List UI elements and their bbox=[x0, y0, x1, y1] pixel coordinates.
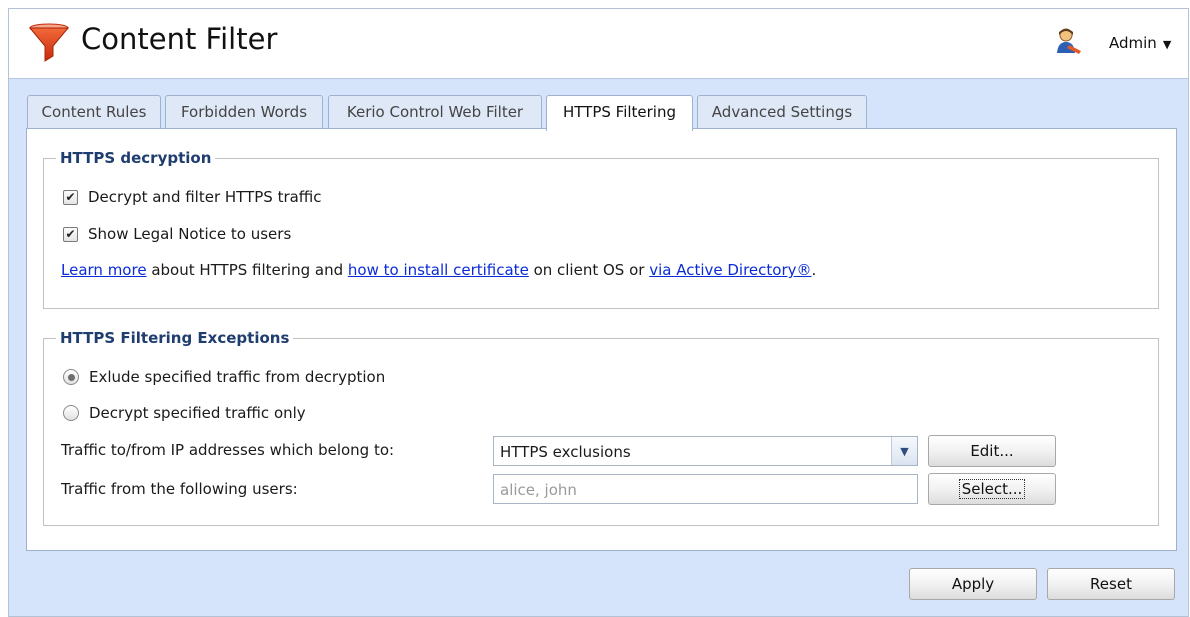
tab-forbidden-words[interactable]: Forbidden Words bbox=[165, 95, 323, 129]
apply-button[interactable]: Apply bbox=[909, 568, 1037, 600]
select-users-button[interactable]: Select... bbox=[928, 473, 1056, 505]
tab-content-rules[interactable]: Content Rules bbox=[27, 95, 161, 129]
exclude-traffic-radio[interactable] bbox=[63, 369, 79, 385]
decrypt-only-radio[interactable] bbox=[63, 405, 79, 421]
decrypt-https-checkbox[interactable]: ✔ bbox=[63, 189, 78, 205]
ip-group-select[interactable]: HTTPS exclusions ▼ bbox=[493, 436, 918, 466]
ip-addresses-label: Traffic to/from IP addresses which belon… bbox=[61, 441, 395, 459]
install-certificate-link[interactable]: how to install certificate bbox=[348, 261, 529, 279]
decrypt-only-label: Decrypt specified traffic only bbox=[89, 404, 306, 422]
legal-notice-row[interactable]: ✔ Show Legal Notice to users bbox=[63, 225, 291, 243]
exclude-traffic-label: Exlude specified traffic from decryption bbox=[89, 368, 386, 386]
https-decryption-legend: HTTPS decryption bbox=[60, 149, 212, 167]
legal-notice-label: Show Legal Notice to users bbox=[88, 225, 292, 243]
tab-kerio-control-web-filter[interactable]: Kerio Control Web Filter bbox=[328, 95, 542, 129]
radio-selected-dot bbox=[67, 373, 75, 381]
learn-more-link[interactable]: Learn more bbox=[61, 261, 147, 279]
user-menu[interactable]: Admin ▼ bbox=[1109, 34, 1171, 52]
content-filter-window: Content Filter Admin ▼ Content Rules Forb… bbox=[8, 8, 1189, 617]
select-users-label: Select... bbox=[958, 479, 1026, 499]
https-filtering-panel: HTTPS decryption ✔ Decrypt and filter HT… bbox=[26, 128, 1177, 551]
info-text-3: . bbox=[811, 261, 817, 279]
decrypt-https-label: Decrypt and filter HTTPS traffic bbox=[88, 188, 322, 206]
users-label: Traffic from the following users: bbox=[61, 480, 298, 498]
legal-notice-checkbox[interactable]: ✔ bbox=[63, 226, 78, 242]
users-input[interactable]: alice, john bbox=[493, 474, 918, 504]
user-icon[interactable] bbox=[1055, 27, 1083, 55]
ip-group-value: HTTPS exclusions bbox=[500, 443, 631, 461]
chevron-down-icon[interactable]: ▼ bbox=[891, 437, 917, 465]
app-header: Content Filter Admin ▼ bbox=[9, 9, 1188, 79]
https-info-text: Learn more about HTTPS filtering and how… bbox=[61, 261, 816, 279]
decrypt-https-row[interactable]: ✔ Decrypt and filter HTTPS traffic bbox=[63, 188, 322, 206]
page-title: Content Filter bbox=[81, 22, 278, 56]
edit-button[interactable]: Edit... bbox=[928, 435, 1056, 467]
info-text-2: on client OS or bbox=[528, 261, 650, 279]
exclude-traffic-row[interactable]: Exlude specified traffic from decryption bbox=[63, 368, 385, 386]
https-exceptions-legend: HTTPS Filtering Exceptions bbox=[60, 329, 290, 347]
reset-button[interactable]: Reset bbox=[1047, 568, 1175, 600]
info-text-1: about HTTPS filtering and bbox=[146, 261, 348, 279]
chevron-down-icon: ▼ bbox=[1162, 38, 1172, 51]
funnel-icon bbox=[29, 23, 69, 62]
tab-https-filtering[interactable]: HTTPS Filtering bbox=[546, 95, 693, 131]
decrypt-only-row[interactable]: Decrypt specified traffic only bbox=[63, 404, 306, 422]
user-menu-label: Admin bbox=[1109, 34, 1157, 52]
active-directory-link[interactable]: via Active Directory® bbox=[649, 261, 811, 279]
tab-advanced-settings[interactable]: Advanced Settings bbox=[697, 95, 867, 129]
